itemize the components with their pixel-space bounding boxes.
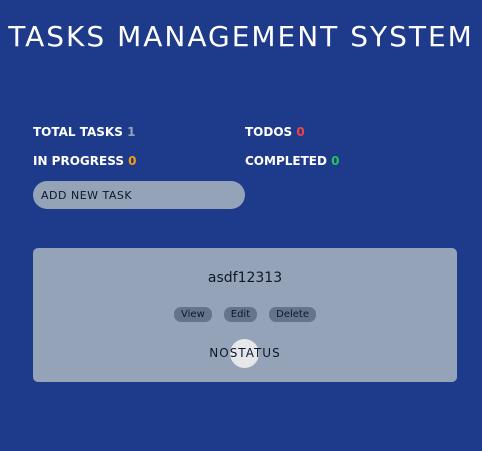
task-name: asdf12313 bbox=[207, 270, 283, 286]
stat-in-progress-count: 0 bbox=[128, 154, 137, 168]
delete-task-button[interactable]: Delete bbox=[269, 307, 316, 322]
stat-todos: TODOS 0 bbox=[245, 124, 305, 140]
stat-in-progress-label: IN PROGRESS bbox=[33, 154, 124, 168]
stat-total-tasks-count: 1 bbox=[127, 125, 136, 139]
stat-completed-count: 0 bbox=[331, 154, 340, 168]
edit-task-button[interactable]: Edit bbox=[223, 307, 258, 322]
task-status: NOSTATUS bbox=[209, 346, 281, 360]
stat-completed-label: COMPLETED bbox=[245, 154, 327, 168]
stat-in-progress: IN PROGRESS 0 bbox=[33, 153, 137, 169]
stat-todos-count: 0 bbox=[296, 125, 305, 139]
view-task-button[interactable]: View bbox=[174, 307, 212, 322]
stat-total-tasks: TOTAL TASKS 1 bbox=[33, 124, 135, 140]
stat-todos-label: TODOS bbox=[245, 125, 293, 139]
stat-completed: COMPLETED 0 bbox=[245, 153, 339, 169]
stat-total-tasks-label: TOTAL TASKS bbox=[33, 125, 123, 139]
task-actions: View Edit Delete bbox=[33, 307, 457, 322]
task-card: asdf12313 View Edit Delete NOSTATUS bbox=[33, 248, 457, 382]
add-new-task-button[interactable]: ADD NEW TASK bbox=[33, 181, 245, 209]
page-title: TASKS MANAGEMENT SYSTEM bbox=[8, 20, 474, 53]
